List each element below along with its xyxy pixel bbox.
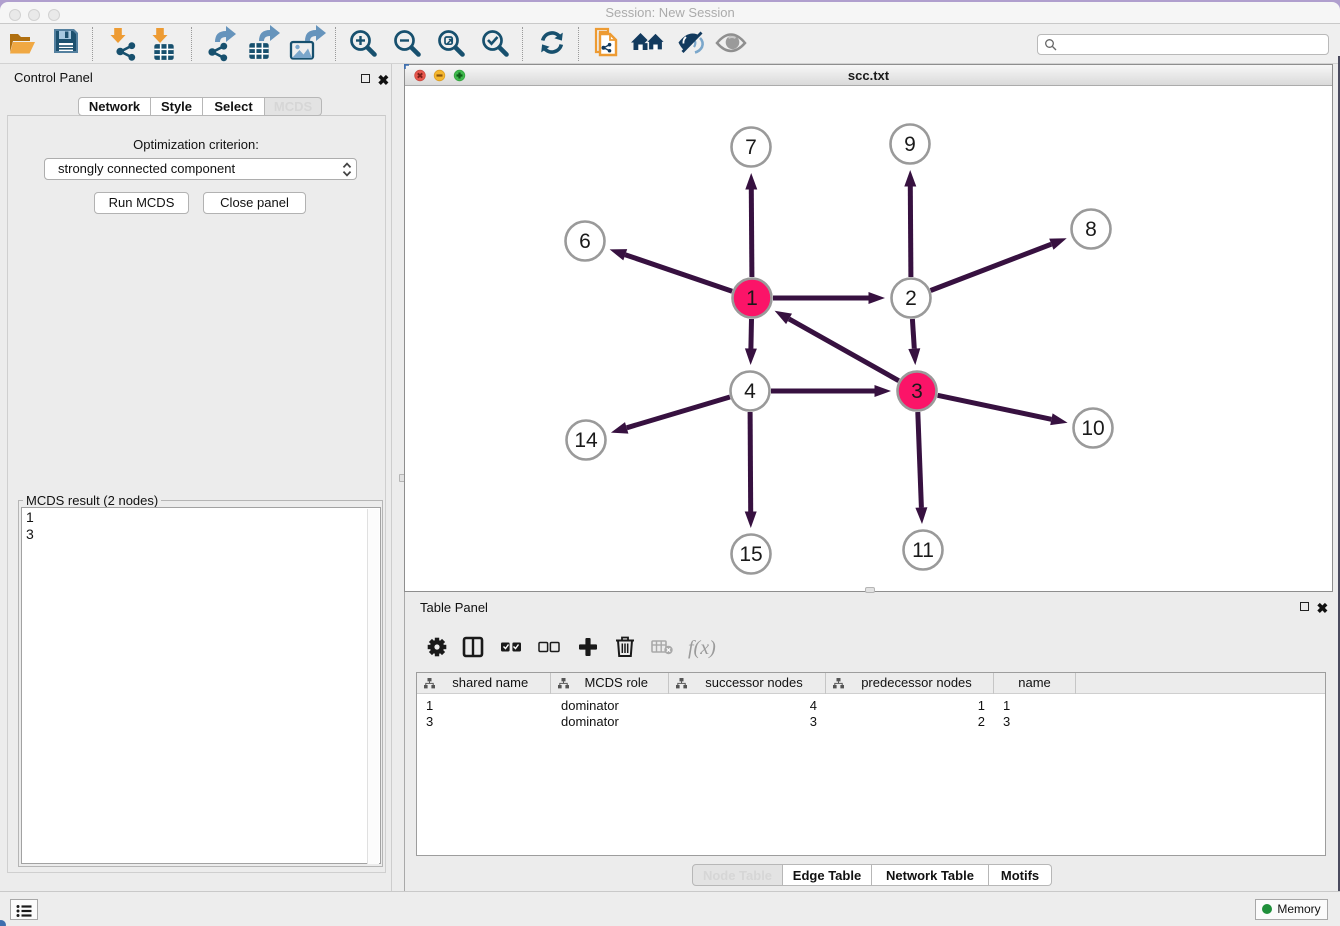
svg-text:9: 9	[904, 133, 916, 156]
svg-text:7: 7	[745, 136, 757, 159]
svg-text:3: 3	[911, 380, 923, 403]
svg-text:f(x): f(x)	[688, 637, 716, 659]
svg-text:10: 10	[1081, 417, 1104, 440]
svg-text:2: 2	[905, 287, 917, 310]
svg-text:11: 11	[912, 539, 934, 562]
svg-text:14: 14	[574, 429, 598, 452]
svg-text:15: 15	[739, 543, 762, 566]
svg-text:8: 8	[1085, 218, 1097, 241]
svg-text:6: 6	[579, 230, 591, 253]
svg-text:1: 1	[746, 287, 758, 310]
svg-text:4: 4	[744, 380, 756, 403]
